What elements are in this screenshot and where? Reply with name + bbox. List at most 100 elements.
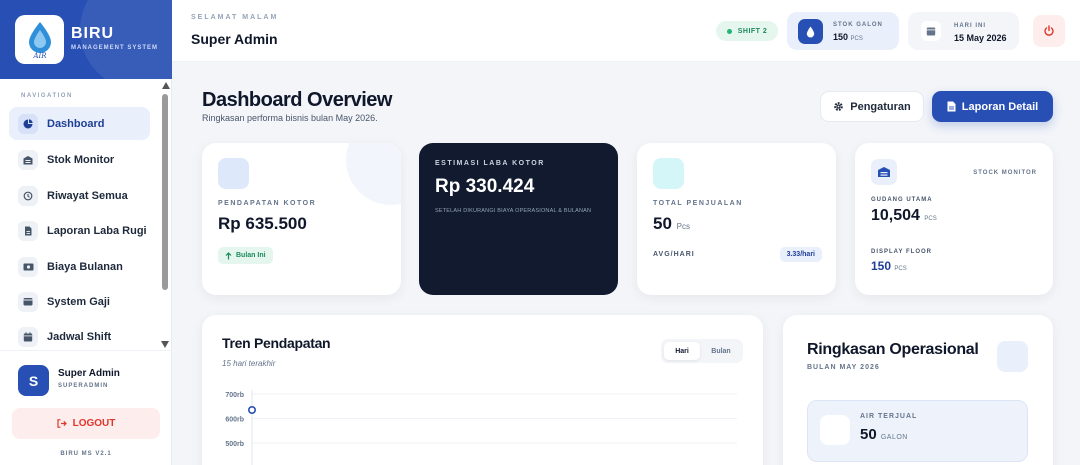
- scrollbar-thumb[interactable]: [162, 94, 168, 290]
- period-badge-label: Bulan Ini: [236, 252, 266, 259]
- stok-galon-value: 150 PCS: [833, 32, 863, 42]
- water-sold-unit: GALON: [880, 434, 908, 441]
- report-detail-label: Laporan Detail: [961, 100, 1039, 113]
- gross-revenue-label: PENDAPATAN KOTOR: [218, 200, 317, 207]
- file-icon: [947, 101, 956, 112]
- sidebar-item-laporan-laba-rugi[interactable]: Laporan Laba Rugi: [9, 214, 150, 247]
- water-sold-label: AIR TERJUAL: [860, 413, 918, 420]
- gross-profit-value: Rp 330.424: [435, 176, 535, 197]
- page-subtitle: Ringkasan performa bisnis bulan May 2026…: [202, 113, 378, 123]
- gear-icon: [833, 101, 844, 112]
- brand-header: AIR BIRU MANAGEMENT SYSTEM: [0, 0, 172, 79]
- sidebar-item-label: Biaya Bulanan: [47, 260, 123, 273]
- total-sales-card: TOTAL PENJUALAN 50 Pcs AVG/HARI 3.33/har…: [637, 143, 836, 295]
- svg-text:AIR: AIR: [32, 52, 47, 60]
- history-icon: [18, 185, 38, 206]
- y-tick-label: 600rb: [225, 417, 244, 424]
- user-role: SUPERADMIN: [58, 383, 109, 389]
- display-floor-unit: PCS: [894, 266, 907, 272]
- status-dot-icon: [726, 28, 732, 34]
- sidebar-item-label: Dashboard: [47, 117, 105, 130]
- gross-revenue-card: PENDAPATAN KOTOR Rp 635.500 Bulan Ini: [202, 143, 401, 295]
- gross-profit-note: SETELAH DIKURANGI BIAYA OPERASIONAL & BU…: [435, 208, 592, 214]
- total-sales-unit: Pcs: [676, 222, 690, 231]
- file-icon: [18, 220, 38, 241]
- operational-summary-card: Ringkasan Operasional BULAN MAY 2026 AIR…: [783, 315, 1053, 465]
- app-version: BIRU MS V2.1: [60, 451, 112, 457]
- logout-label: LOGOUT: [72, 418, 116, 429]
- scroll-up-arrow-icon[interactable]: [162, 82, 170, 89]
- average-label: AVG/HARI: [653, 251, 695, 258]
- main-warehouse-number: 10,504: [871, 207, 920, 224]
- settings-button[interactable]: Pengaturan: [820, 91, 924, 122]
- revenue-trend-card: Tren Pendapatan 15 hari terakhir Hari Bu…: [202, 315, 763, 465]
- sidebar-item-system-gaji[interactable]: System Gaji: [9, 285, 150, 318]
- sales-icon: [653, 158, 684, 189]
- stock-monitor-title: STOCK MONITOR: [973, 170, 1037, 176]
- sidebar-item-riwayat-semua[interactable]: Riwayat Semua: [9, 179, 150, 212]
- sidebar-item-label: Riwayat Semua: [47, 189, 128, 202]
- main-warehouse-label: GUDANG UTAMA: [871, 197, 933, 203]
- report-detail-button[interactable]: Laporan Detail: [932, 91, 1053, 122]
- main-warehouse-value: 10,504 PCS: [871, 207, 937, 225]
- sidebar-item-stok-monitor[interactable]: Stok Monitor: [9, 143, 150, 176]
- water-sold-number: 50: [860, 426, 877, 443]
- power-icon: [1044, 25, 1054, 36]
- trend-chart: 700rb 600rb 500rb: [225, 390, 737, 465]
- sidebar-item-biaya-bulanan[interactable]: Biaya Bulanan: [9, 250, 150, 283]
- sidebar-item-label: System Gaji: [47, 295, 110, 308]
- total-sales-value: 50 Pcs: [653, 214, 690, 234]
- pie-chart-icon: [18, 113, 38, 134]
- date-widget: HARI INI 15 May 2026: [908, 12, 1019, 50]
- total-sales-number: 50: [653, 214, 672, 233]
- stok-galon-number: 150: [833, 32, 849, 42]
- shift-label: SHIFT 2: [737, 27, 768, 35]
- logout-button[interactable]: LOGOUT: [12, 408, 160, 439]
- topbar: SELAMAT MALAM Super Admin SHIFT 2 STOK G…: [172, 0, 1080, 62]
- arrow-up-icon: [225, 251, 232, 259]
- scroll-down-arrow-icon[interactable]: [161, 341, 169, 348]
- greeting-user-name: Super Admin: [191, 31, 278, 47]
- sidebar: AIR BIRU MANAGEMENT SYSTEM NAVIGATION Da…: [0, 0, 172, 465]
- brand-name: BIRU: [71, 25, 115, 42]
- date-label: HARI INI: [954, 23, 986, 29]
- nav-section-label: NAVIGATION: [21, 93, 73, 99]
- wallet-icon: [18, 291, 38, 312]
- period-badge: Bulan Ini: [218, 247, 273, 264]
- average-value: 3.33/hari: [779, 247, 822, 262]
- y-tick-label: 500rb: [225, 441, 244, 448]
- revenue-icon: [218, 158, 249, 189]
- money-icon: [18, 256, 38, 277]
- settings-label: Pengaturan: [850, 100, 911, 113]
- water-sold-icon: [820, 415, 850, 445]
- sidebar-item-jadwal-shift[interactable]: Jadwal Shift: [9, 320, 150, 353]
- stok-galon-unit: PCS: [850, 36, 863, 42]
- water-drop-icon: [798, 19, 823, 44]
- y-tick-label: 700rb: [225, 392, 244, 399]
- avatar[interactable]: S: [18, 365, 49, 396]
- ops-title: Ringkasan Operasional: [807, 341, 979, 358]
- brand-logo[interactable]: AIR: [15, 15, 64, 64]
- data-point[interactable]: [247, 406, 256, 415]
- gross-profit-label: ESTIMASI LABA KOTOR: [435, 160, 545, 167]
- gross-profit-card: ESTIMASI LABA KOTOR Rp 330.424 SETELAH D…: [419, 143, 618, 295]
- card-decoration: [346, 143, 401, 205]
- ops-subtitle: BULAN MAY 2026: [807, 364, 880, 371]
- sidebar-item-dashboard[interactable]: Dashboard: [9, 107, 150, 140]
- power-button[interactable]: [1033, 15, 1065, 47]
- calendar-icon: [18, 326, 38, 347]
- stock-monitor-card: STOCK MONITOR GUDANG UTAMA 10,504 PCS DI…: [855, 143, 1053, 295]
- stok-galon-widget: STOK GALON 150 PCS: [787, 12, 899, 50]
- calendar-icon: [921, 21, 941, 41]
- warehouse-icon: [871, 159, 897, 185]
- gross-revenue-value: Rp 635.500: [218, 214, 307, 233]
- sidebar-scrollbar[interactable]: [160, 82, 170, 350]
- sidebar-item-label: Stok Monitor: [47, 153, 115, 166]
- shift-badge: SHIFT 2: [716, 21, 778, 41]
- page-title: Dashboard Overview: [202, 89, 392, 111]
- total-sales-label: TOTAL PENJUALAN: [653, 200, 743, 207]
- logout-icon: [57, 419, 67, 428]
- stok-galon-label: STOK GALON: [833, 22, 883, 28]
- brand-subtitle: MANAGEMENT SYSTEM: [71, 45, 159, 51]
- user-name: Super Admin: [58, 368, 120, 379]
